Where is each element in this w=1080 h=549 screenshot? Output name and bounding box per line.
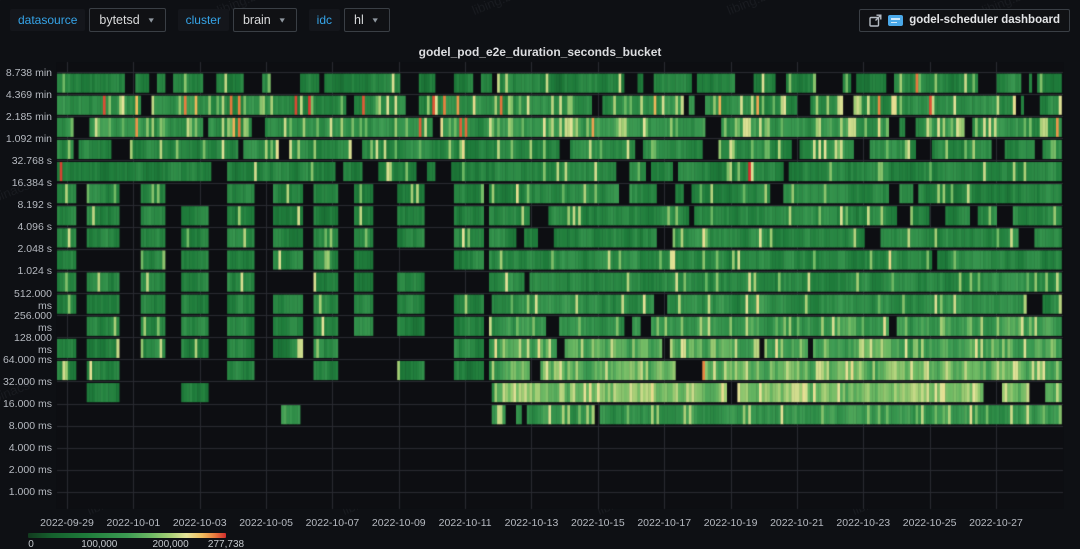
heatmap-canvas[interactable] (0, 0, 1080, 549)
grafana-dashboard: libing.binacslibing.binacslibing.binacsl… (0, 0, 1080, 549)
